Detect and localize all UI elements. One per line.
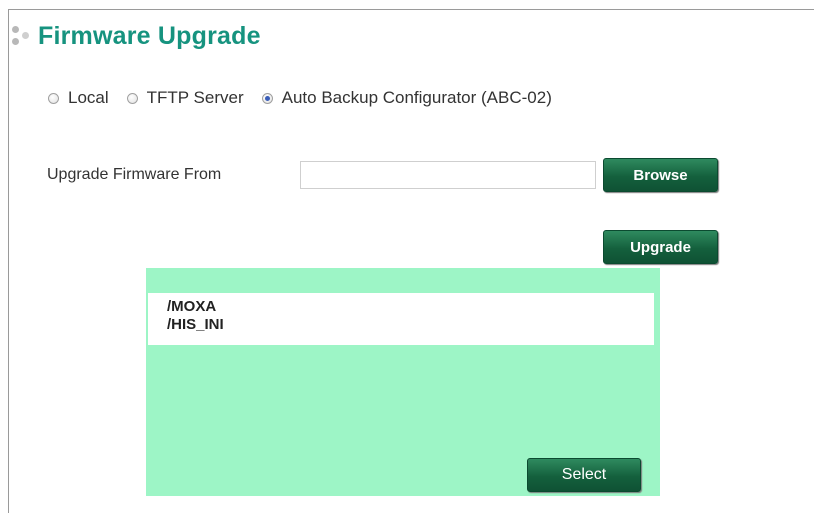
page-header: Firmware Upgrade: [10, 18, 261, 54]
source-radio-group: Local TFTP Server Auto Backup Configurat…: [48, 88, 570, 108]
radio-option-abc[interactable]: Auto Backup Configurator (ABC-02): [261, 88, 552, 108]
list-item[interactable]: /MOXA: [167, 298, 654, 316]
radio-label-abc: Auto Backup Configurator (ABC-02): [281, 88, 552, 107]
select-button[interactable]: Select: [527, 458, 641, 492]
radio-option-local[interactable]: Local: [48, 88, 109, 108]
radio-button-tftp-server[interactable]: [126, 92, 138, 104]
radio-button-local[interactable]: [48, 92, 59, 104]
page-title: Firmware Upgrade: [38, 21, 261, 50]
upgrade-button[interactable]: Upgrade: [603, 230, 718, 264]
radio-option-tftp-server[interactable]: TFTP Server: [126, 88, 244, 108]
list-item[interactable]: /HIS_INI: [167, 316, 654, 334]
radio-label-tftp-server: TFTP Server: [146, 88, 244, 107]
upgrade-from-input[interactable]: [300, 161, 596, 189]
upgrade-from-label: Upgrade Firmware From: [47, 166, 222, 183]
directory-list[interactable]: /MOXA /HIS_INI: [148, 293, 654, 345]
radio-button-abc[interactable]: [261, 92, 273, 104]
browse-button[interactable]: Browse: [603, 158, 718, 192]
dots-icon: [10, 22, 32, 50]
radio-label-local: Local: [68, 88, 109, 107]
